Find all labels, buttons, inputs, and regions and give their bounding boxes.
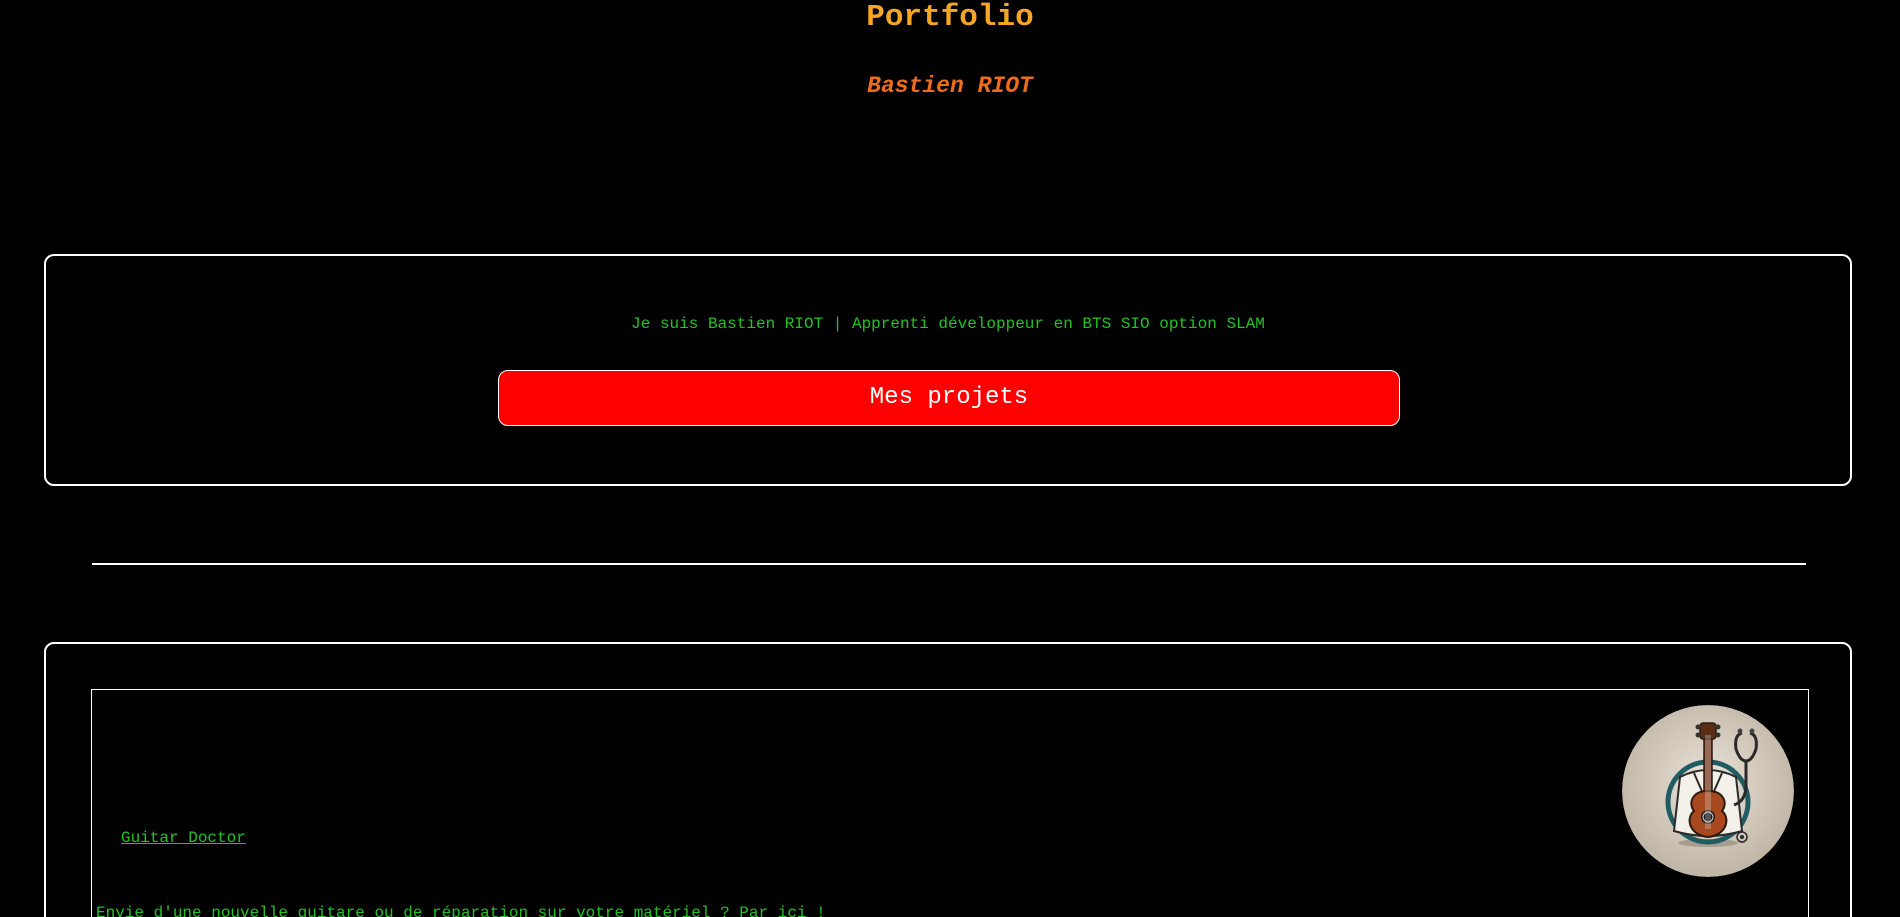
my-projects-button[interactable]: Mes projets <box>498 370 1400 426</box>
portfolio-page: Portfolio Bastien RIOT Je suis Bastien R… <box>0 0 1900 917</box>
projects-section: Guitar Doctor Envie d'une nouvelle guita… <box>44 642 1852 917</box>
intro-card: Je suis Bastien RIOT | Apprenti développ… <box>44 254 1852 486</box>
section-divider <box>92 563 1806 565</box>
author-name: Bastien RIOT <box>867 73 1033 99</box>
project-link-guitar-doctor[interactable]: Guitar Doctor <box>121 828 246 848</box>
project-card: Guitar Doctor Envie d'une nouvelle guita… <box>91 689 1809 917</box>
page-title: Portfolio <box>866 0 1034 35</box>
guitar-doctor-logo-icon[interactable] <box>1622 705 1794 877</box>
project-description: Envie d'une nouvelle guitare ou de répar… <box>96 904 826 917</box>
intro-text: Je suis Bastien RIOT | Apprenti développ… <box>631 315 1265 333</box>
